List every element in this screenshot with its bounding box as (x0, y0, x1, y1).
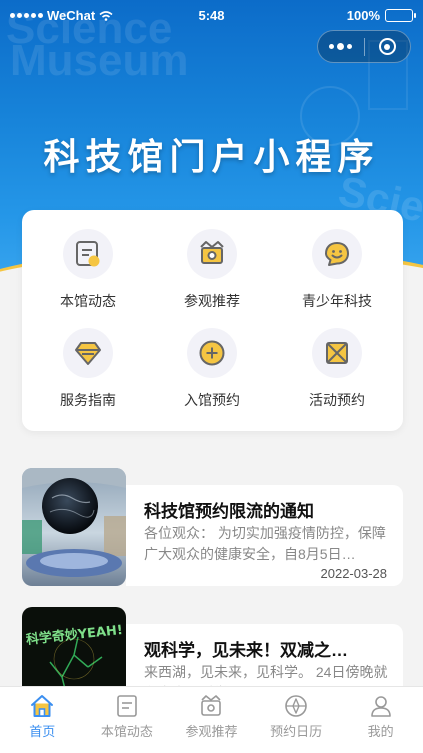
tab-news[interactable]: 本馆动态 (85, 687, 170, 753)
menu-item-news[interactable]: 本馆动态 (33, 229, 143, 319)
news-date: 2022-03-28 (320, 566, 388, 581)
status-bar: WeChat 5:48 100% (0, 0, 423, 30)
news-excerpt: 各位观众： 为切实加强疫情防控，保障广大观众的健康安全，自8月5日… (144, 525, 386, 562)
menu-item-youth-tech[interactable]: 青少年科技 (282, 229, 392, 319)
tab-label: 本馆动态 (100, 724, 153, 739)
news-note-icon (76, 241, 100, 267)
page-title: 科技馆门户小程序 (43, 136, 380, 177)
home-icon (31, 695, 54, 717)
diamond-icon (75, 342, 101, 365)
plus-circle-icon (199, 340, 225, 366)
news-note-icon (117, 695, 137, 717)
hero-bg-word-2: Museum (10, 36, 189, 85)
menu-label: 服务指南 (60, 392, 116, 408)
tab-label: 首页 (29, 724, 56, 739)
ticket-icon (326, 342, 348, 364)
menu-label: 入馆预约 (184, 392, 240, 408)
tab-calendar[interactable]: 预约日历 (254, 687, 339, 753)
tab-label: 我的 (367, 724, 394, 739)
tab-bar: 首页 本馆动态 参观推荐 预约日历 我的 (0, 686, 423, 753)
menu-label: 青少年科技 (302, 293, 372, 309)
menu-item-event-booking[interactable]: 活动预约 (282, 328, 392, 418)
smile-chat-icon (325, 242, 349, 266)
menu-item-service-guide[interactable]: 服务指南 (33, 328, 143, 418)
tab-label: 参观推荐 (185, 724, 238, 739)
camera-icon (200, 241, 224, 264)
tab-label: 预约日历 (270, 724, 323, 739)
user-icon (370, 696, 391, 717)
camera-icon (201, 695, 222, 716)
tab-mine[interactable]: 我的 (338, 687, 423, 753)
tab-home[interactable]: 首页 (0, 687, 85, 753)
feature-menu: 本馆动态 参观推荐 青少年科技 服务指南 入馆预约 活动预约 (22, 210, 403, 431)
menu-label: 参观推荐 (184, 293, 240, 309)
menu-item-admission-booking[interactable]: 入馆预约 (157, 328, 267, 418)
battery-percent: 100% (346, 8, 380, 23)
menu-label: 本馆动态 (60, 293, 116, 309)
news-thumbnail (22, 468, 126, 586)
menu-label: 活动预约 (309, 392, 365, 408)
battery-icon (385, 9, 416, 22)
miniprogram-capsule (317, 30, 411, 63)
compass-icon (285, 695, 307, 717)
menu-item-visit[interactable]: 参观推荐 (157, 229, 267, 319)
news-title: 观科学，见未来！双减之… (144, 641, 348, 660)
target-close-icon[interactable] (364, 31, 410, 62)
more-dots-icon[interactable] (318, 31, 364, 62)
news-item[interactable]: 科技馆预约限流的通知 各位观众： 为切实加强疫情防控，保障广大观众的健康安全，自… (22, 468, 403, 586)
news-title: 科技馆预约限流的通知 (144, 502, 314, 521)
news-card-body: 科技馆预约限流的通知 各位观众： 为切实加强疫情防控，保障广大观众的健康安全，自… (126, 485, 403, 586)
tab-visit[interactable]: 参观推荐 (169, 687, 254, 753)
